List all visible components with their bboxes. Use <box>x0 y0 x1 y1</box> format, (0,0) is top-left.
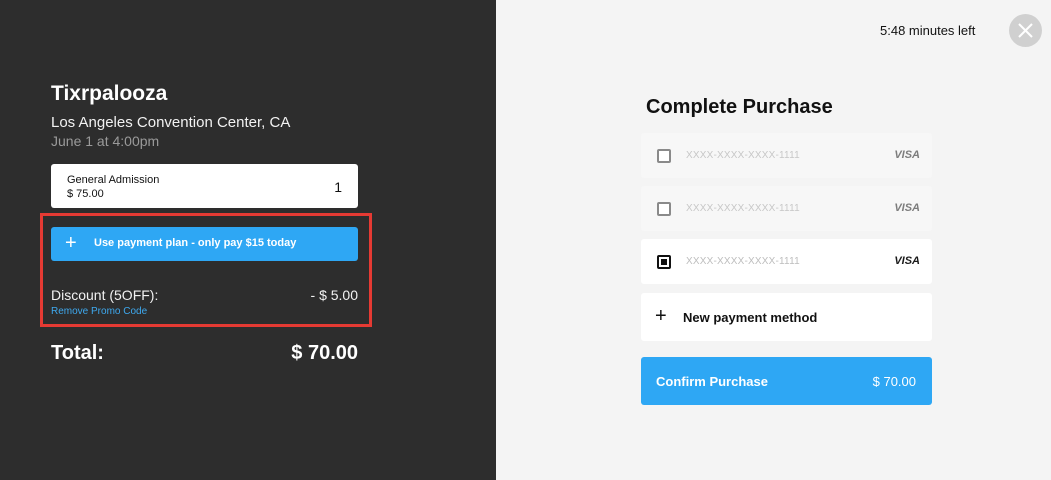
visa-logo: VISA <box>894 149 920 161</box>
event-title: Tixrpalooza <box>51 82 168 105</box>
checkout-panel: 5:48 minutes left Complete Purchase XXXX… <box>496 0 1051 480</box>
card-number: XXXX-XXXX-XXXX-1111 <box>686 256 800 267</box>
confirm-purchase-label: Confirm Purchase <box>656 374 768 389</box>
visa-logo: VISA <box>894 202 920 214</box>
new-payment-method-button[interactable]: + New payment method <box>641 293 932 341</box>
remove-promo-link[interactable]: Remove Promo Code <box>51 306 147 317</box>
page-title: Complete Purchase <box>646 96 833 118</box>
countdown-timer: 5:48 minutes left <box>880 23 976 38</box>
confirm-purchase-button[interactable]: Confirm Purchase $ 70.00 <box>641 357 932 405</box>
discount-label: Discount (5OFF): <box>51 287 159 303</box>
visa-logo: VISA <box>894 255 920 267</box>
card-number: XXXX-XXXX-XXXX-1111 <box>686 150 800 161</box>
card-checkbox[interactable] <box>657 202 671 216</box>
saved-card-3[interactable]: XXXX-XXXX-XXXX-1111 VISA <box>641 239 932 284</box>
event-summary-panel: Tixrpalooza Los Angeles Convention Cente… <box>0 0 496 480</box>
total-label: Total: <box>51 342 104 364</box>
ticket-summary: General Admission $ 75.00 1 <box>51 164 358 208</box>
ticket-name: General Admission <box>67 174 160 186</box>
discount-amount: - $ 5.00 <box>310 287 358 303</box>
ticket-price: $ 75.00 <box>67 188 104 200</box>
event-date: June 1 at 4:00pm <box>51 133 160 149</box>
total-amount: $ 70.00 <box>291 342 358 364</box>
new-payment-method-label: New payment method <box>683 310 818 325</box>
close-button[interactable] <box>1009 14 1042 47</box>
card-number: XXXX-XXXX-XXXX-1111 <box>686 203 800 214</box>
check-mark-icon <box>661 259 667 265</box>
ticket-quantity: 1 <box>334 179 342 195</box>
close-icon <box>1018 23 1033 38</box>
plus-icon: + <box>655 305 667 327</box>
card-checkbox-checked[interactable] <box>657 255 671 269</box>
card-checkbox[interactable] <box>657 149 671 163</box>
saved-card-2[interactable]: XXXX-XXXX-XXXX-1111 VISA <box>641 186 932 231</box>
saved-card-1[interactable]: XXXX-XXXX-XXXX-1111 VISA <box>641 133 932 178</box>
confirm-purchase-amount: $ 70.00 <box>872 374 916 389</box>
plus-icon: + <box>65 232 77 254</box>
payment-plan-label: Use payment plan - only pay $15 today <box>94 237 297 249</box>
event-venue: Los Angeles Convention Center, CA <box>51 114 291 131</box>
payment-plan-button[interactable]: + Use payment plan - only pay $15 today <box>51 227 358 261</box>
